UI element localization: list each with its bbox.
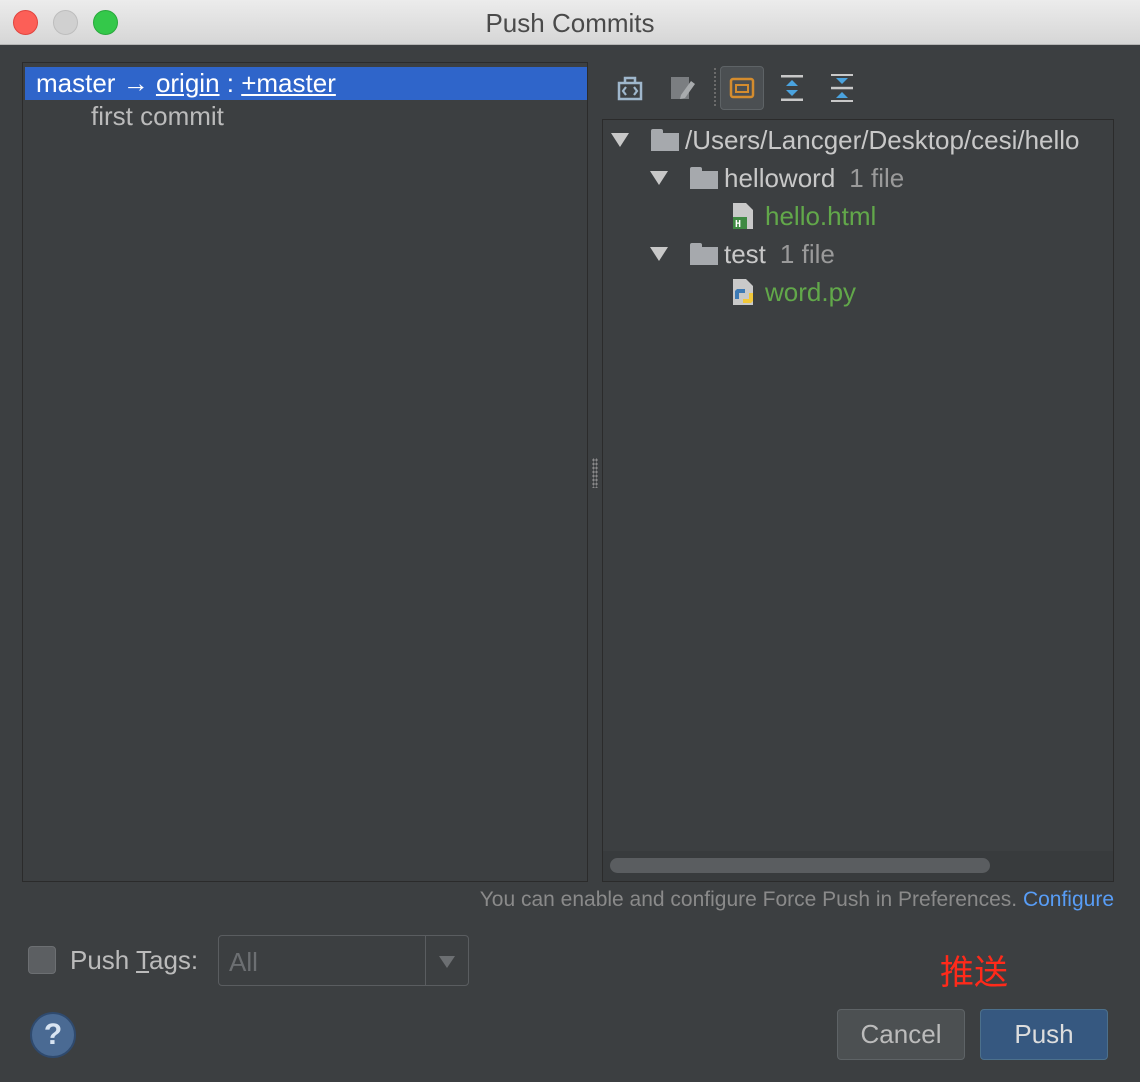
- arrow-icon: →: [122, 68, 149, 98]
- title-bar: Push Commits: [0, 0, 1140, 45]
- expand-triangle-icon[interactable]: [650, 171, 668, 185]
- chevron-down-icon[interactable]: [439, 956, 455, 968]
- tree-root-row[interactable]: /Users/Lancger/Desktop/cesi/hello: [611, 122, 1080, 158]
- folder-icon: [690, 243, 718, 265]
- push-tags-value: All: [229, 947, 258, 977]
- push-tags-select[interactable]: All: [218, 935, 469, 986]
- changes-toolbar: [604, 64, 1114, 112]
- folder-icon: [690, 167, 718, 189]
- annotation-text: 推送: [940, 953, 1008, 993]
- window-title: Push Commits: [485, 8, 655, 38]
- dir-name: helloword: [724, 163, 836, 193]
- svg-text:H: H: [735, 219, 741, 230]
- file-count: 1 file: [849, 163, 905, 193]
- push-tags-label-part: Push: [70, 945, 137, 975]
- commit-item[interactable]: first commit: [91, 100, 224, 133]
- collapse-all-icon[interactable]: [820, 66, 864, 110]
- expand-triangle-icon[interactable]: [611, 133, 629, 147]
- file-count: 1 file: [779, 239, 835, 269]
- push-tags-checkbox[interactable]: [28, 946, 56, 974]
- tree-file-row[interactable]: H hello.html: [731, 198, 876, 234]
- toolbar-separator: [714, 68, 716, 106]
- file-name: word.py: [765, 277, 857, 307]
- changed-files-tree: /Users/Lancger/Desktop/cesi/hello hellow…: [602, 119, 1114, 882]
- expand-triangle-icon[interactable]: [650, 247, 668, 261]
- python-file-icon: [731, 277, 757, 307]
- configure-link[interactable]: Configure: [1023, 888, 1114, 911]
- tree-dir-row[interactable]: test 1 file: [650, 236, 835, 272]
- tree-file-row[interactable]: word.py: [731, 274, 856, 310]
- root-path: /Users/Lancger/Desktop/cesi/hello: [685, 125, 1080, 155]
- select-divider: [425, 936, 426, 985]
- show-diff-icon[interactable]: [608, 66, 652, 110]
- cancel-button[interactable]: Cancel: [837, 1009, 965, 1060]
- file-name: hello.html: [765, 201, 877, 231]
- branch-row[interactable]: master → origin : +master: [25, 67, 587, 100]
- edit-source-icon[interactable]: [660, 66, 704, 110]
- commits-panel: master → origin : +master first commit: [22, 62, 588, 882]
- expand-all-icon[interactable]: [770, 66, 814, 110]
- folder-icon: [651, 129, 679, 151]
- tree-dir-row[interactable]: helloword 1 file: [650, 160, 904, 196]
- push-tags-mnemonic: T: [136, 945, 150, 975]
- hint-text: You can enable and configure Force Push …: [479, 888, 1023, 911]
- force-push-hint: You can enable and configure Force Push …: [480, 888, 1114, 912]
- branch-separator: :: [219, 68, 242, 98]
- group-by-directory-icon[interactable]: [720, 66, 764, 110]
- horizontal-scrollbar[interactable]: [610, 858, 990, 873]
- dir-name: test: [724, 239, 766, 269]
- remote-link[interactable]: origin: [156, 68, 220, 98]
- local-branch: master: [36, 68, 116, 98]
- help-button[interactable]: ?: [30, 1012, 76, 1058]
- target-branch-link[interactable]: +master: [241, 68, 336, 98]
- push-tags-label-part: ags:: [149, 945, 199, 975]
- push-tags-label: Push Tags:: [70, 945, 198, 976]
- push-button[interactable]: Push: [980, 1009, 1108, 1060]
- panel-splitter[interactable]: [592, 458, 598, 488]
- html-file-icon: H: [731, 201, 757, 231]
